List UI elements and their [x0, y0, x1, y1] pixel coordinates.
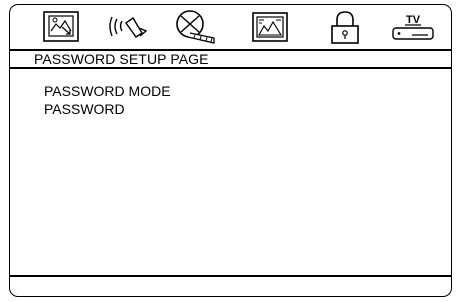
title-divider	[10, 67, 451, 69]
tab-tv-setup[interactable]: TV	[390, 9, 436, 45]
speaker-sound-icon	[109, 16, 148, 38]
tab-general-setup[interactable]	[42, 9, 82, 45]
tab-audio-setup[interactable]	[106, 9, 150, 45]
tab-video-setup[interactable]	[250, 9, 290, 45]
video-picture-icon	[252, 12, 288, 42]
menu-item-password-mode[interactable]: PASSWORD MODE	[44, 83, 171, 99]
tv-icon-label: TV	[406, 14, 421, 26]
monitor-picture-icon	[43, 11, 79, 42]
tv-icon: TV	[392, 14, 434, 40]
tab-password-setup[interactable]	[328, 9, 362, 45]
footer-divider	[10, 275, 451, 277]
padlock-icon	[331, 11, 359, 44]
setup-menu-frame: TV PASSWORD SETUP PAGE PASSWORD MODE PAS…	[9, 4, 452, 297]
film-reel-icon	[176, 10, 215, 44]
tab-dolby-setup[interactable]	[170, 9, 216, 45]
page-title: PASSWORD SETUP PAGE	[34, 51, 209, 67]
setup-tab-bar: TV	[10, 5, 451, 49]
menu-item-password[interactable]: PASSWORD	[44, 101, 125, 117]
